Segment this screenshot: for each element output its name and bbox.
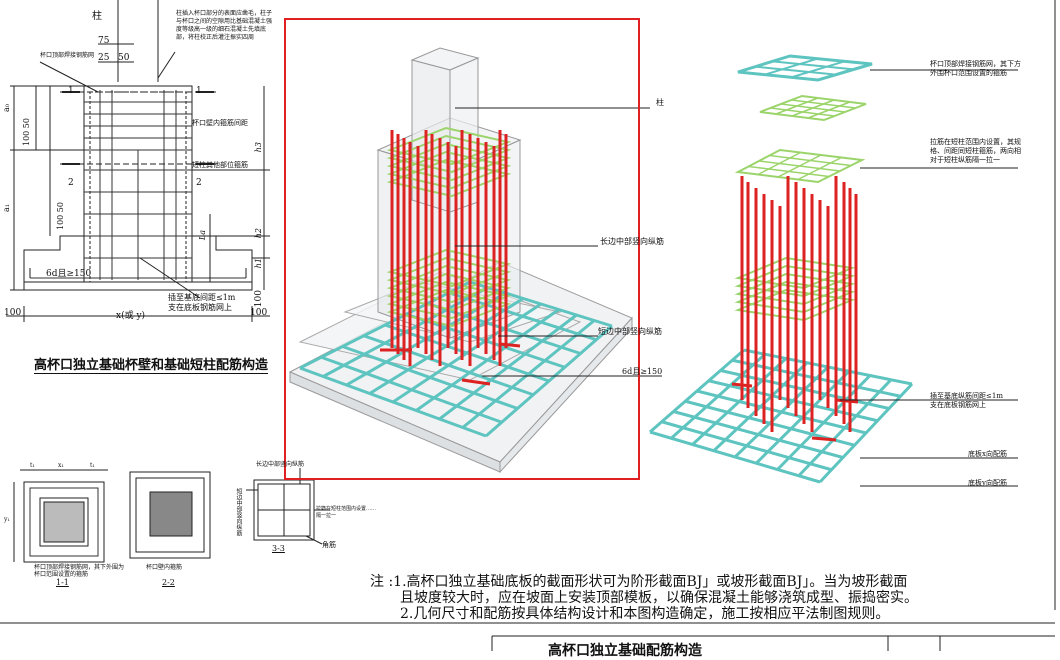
right-label-tie-note: 拉筋在短柱范围内设置，其规格、间距同短柱箍筋，两向相对于短柱纵筋隔一拉一	[930, 138, 1021, 164]
section-33-corner: 角筋	[322, 541, 336, 549]
s11-dim-t1b: t₁	[90, 462, 95, 469]
title-block-text: 高杯口独立基础配筋构造	[548, 643, 702, 659]
dim-h3: h3	[254, 142, 263, 153]
label-cup-wall-stirrup: 杯口壁内箍筋间距	[192, 119, 248, 127]
dim-xy: x(或 y)	[116, 311, 146, 321]
dim-h1: h1	[254, 258, 263, 269]
section-33-label: 3-3	[272, 544, 285, 553]
section-1-1	[13, 469, 108, 563]
dim-100a: 100	[4, 308, 22, 318]
section-33-left: 短边中部竖向纵筋	[235, 488, 242, 536]
highlight-frame	[284, 18, 640, 480]
center-label-column: 柱	[656, 98, 664, 107]
section-33-right: 拉筋在短柱范围内设置……隔一拉一	[316, 506, 377, 519]
right-label-anchor: 插至基底纵筋间距≤1m 支在底板钢筋网上	[930, 392, 1003, 409]
section-22-note: 杯口壁内箍筋	[146, 564, 183, 571]
section-1-right: 1	[196, 86, 202, 96]
center-label-hook: 6d且≥150	[622, 367, 663, 376]
right-exploded-model	[649, 54, 1018, 487]
section-11-label: 1-1	[56, 578, 69, 587]
hook	[731, 382, 753, 388]
section-33-top: 长边中部竖向纵筋	[256, 461, 305, 468]
dim-6d: 6d且≥150	[46, 269, 92, 279]
s11-dim-x1: x₁	[58, 462, 64, 469]
section-1-left: 1	[68, 86, 74, 96]
dim-100-50b: 100 50	[56, 202, 65, 230]
dim-la: La	[198, 230, 207, 241]
section-22-label: 2-2	[162, 578, 175, 587]
label-cup-top-mesh: 杯口顶部焊接钢筋网	[40, 52, 95, 59]
label-anchor-note: 插至基底间距≤1m 支在底板钢筋网上	[168, 293, 236, 312]
right-label-top-mesh: 杯口顶部焊接钢筋网，其下方外围杯口范围设置的箍筋	[930, 60, 1021, 77]
label-column: 柱	[92, 11, 102, 22]
dim-h2: h2	[254, 228, 263, 239]
center-label-long-side: 长边中部竖向纵筋	[600, 237, 664, 246]
s11-dim-t1a: t₁	[30, 462, 35, 469]
dim-25: 25	[98, 53, 110, 63]
dim-100b: 100	[250, 308, 268, 318]
dim-a0: a₀	[2, 104, 11, 112]
slab-bar	[818, 382, 914, 484]
note-line-2: 且坡度较大时，应在坡面上安装顶部模板，以确保混凝土能够浇筑成型、振捣密实。	[400, 590, 918, 606]
dim-75: 75	[98, 36, 110, 46]
dim-100-50: 100 50	[22, 118, 31, 146]
section-2-left: 2	[68, 178, 74, 188]
section-11-note: 杯口顶部焊接钢筋网，其下外围为杯口范围设置的箍筋	[34, 564, 125, 578]
center-label-short-side: 短边中部竖向纵筋	[598, 327, 662, 336]
left-title: 高杯口独立基础杯壁和基础短柱配筋构造	[34, 354, 269, 374]
note-line-1: 注 :1.高杯口独立基础底板的截面形状可为阶形截面BJ」或坡形截面BJ」。当为坡…	[370, 574, 908, 590]
label-column-note: 柱插入杯口部分的表面应凿毛，柱子与杯口之间的空隙用比基础混凝土强度等级高一级的细…	[176, 10, 273, 41]
section-2-2	[129, 471, 211, 559]
s11-dim-y1: y₁	[4, 516, 10, 523]
dim-50: 50	[118, 53, 130, 63]
dim-a1: a₁	[2, 204, 11, 212]
dim-100c: 100	[254, 290, 264, 308]
right-label-x-bar: 底板x向配筋	[968, 450, 1007, 458]
note-line-3: 2.几何尺寸和配筋按具体结构设计和本图构造确定，施工按相应平法制图规则。	[400, 606, 890, 622]
hook	[811, 436, 837, 442]
label-short-column-stirrup: 短柱其他部位箍筋	[192, 161, 248, 169]
section-2-right: 2	[196, 178, 202, 188]
right-label-y-bar: 底板y向配筋	[968, 479, 1007, 487]
